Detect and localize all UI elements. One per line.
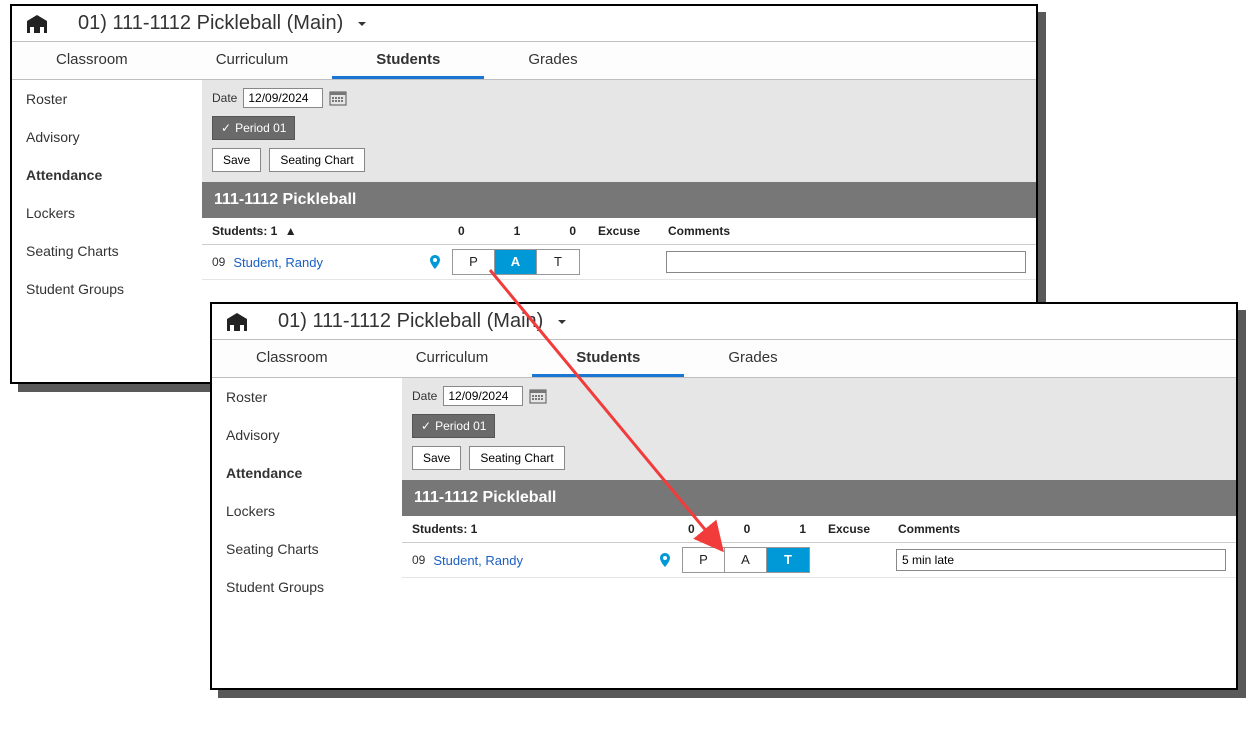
- seating-chart-button[interactable]: Seating Chart: [469, 446, 564, 470]
- sidebar-item-seating-charts[interactable]: Seating Charts: [212, 530, 402, 568]
- tab-classroom[interactable]: Classroom: [212, 339, 372, 377]
- titlebar: 01) 111-1112 Pickleball (Main): [12, 6, 1036, 42]
- count-a: 0: [744, 522, 751, 536]
- save-button[interactable]: Save: [212, 148, 261, 172]
- date-label: Date: [412, 389, 437, 403]
- page-title: 01) 111-1112 Pickleball (Main): [78, 12, 343, 35]
- seat-number: 09: [412, 553, 425, 567]
- sort-asc-icon: ▲: [285, 224, 297, 238]
- count-t: 0: [569, 224, 576, 238]
- table-header: Students: 1 ▲ 0 1 0 Excuse Comments: [202, 218, 1036, 245]
- col-comments: Comments: [898, 522, 1226, 536]
- tab-curriculum[interactable]: Curriculum: [172, 41, 333, 79]
- students-count-label: Students: 1: [412, 522, 477, 536]
- sidebar-item-advisory[interactable]: Advisory: [212, 416, 402, 454]
- attendance-toggle: P A T: [682, 547, 810, 573]
- calendar-icon[interactable]: [329, 90, 347, 106]
- sidebar-item-attendance[interactable]: Attendance: [12, 156, 202, 194]
- check-icon: ✓: [421, 419, 431, 433]
- col-students[interactable]: Students: 1 ▲: [212, 224, 412, 238]
- present-button[interactable]: P: [453, 250, 495, 274]
- tab-grades[interactable]: Grades: [484, 41, 621, 79]
- date-label: Date: [212, 91, 237, 105]
- date-input[interactable]: [443, 386, 523, 406]
- table-row: 09 Student, Randy P A T: [202, 245, 1036, 280]
- sidebar-item-advisory[interactable]: Advisory: [12, 118, 202, 156]
- titlebar: 01) 111-1112 Pickleball (Main): [212, 304, 1236, 340]
- col-comments: Comments: [668, 224, 1026, 238]
- period-label: Period 01: [435, 419, 486, 433]
- check-icon: ✓: [221, 121, 231, 135]
- class-header: 111-1112 Pickleball: [202, 182, 1036, 218]
- date-input[interactable]: [243, 88, 323, 108]
- title-dropdown[interactable]: [357, 19, 367, 29]
- location-icon[interactable]: [428, 255, 442, 269]
- page-title: 01) 111-1112 Pickleball (Main): [278, 310, 543, 333]
- sidebar-item-student-groups[interactable]: Student Groups: [212, 568, 402, 606]
- sidebar-item-roster[interactable]: Roster: [212, 378, 402, 416]
- tab-grades[interactable]: Grades: [684, 339, 821, 377]
- table-header: Students: 1 0 0 1 Excuse Comments: [402, 516, 1236, 543]
- sidebar: Roster Advisory Attendance Lockers Seati…: [212, 378, 402, 606]
- col-excuse: Excuse: [598, 224, 668, 238]
- seat-number: 09: [212, 255, 225, 269]
- col-excuse: Excuse: [828, 522, 898, 536]
- sidebar-item-attendance[interactable]: Attendance: [212, 454, 402, 492]
- seating-chart-button[interactable]: Seating Chart: [269, 148, 364, 172]
- save-button[interactable]: Save: [412, 446, 461, 470]
- absent-button[interactable]: A: [495, 250, 537, 274]
- sidebar-item-lockers[interactable]: Lockers: [12, 194, 202, 232]
- count-p: 0: [458, 224, 465, 238]
- table-row: 09 Student, Randy P A T: [402, 543, 1236, 578]
- count-t: 1: [799, 522, 806, 536]
- class-header: 111-1112 Pickleball: [402, 480, 1236, 516]
- tab-students[interactable]: Students: [532, 339, 684, 377]
- sidebar-item-roster[interactable]: Roster: [12, 80, 202, 118]
- comment-input[interactable]: [666, 251, 1026, 273]
- main-tabs: Classroom Curriculum Students Grades: [212, 340, 1236, 378]
- student-link[interactable]: Student, Randy: [433, 553, 523, 568]
- sidebar-item-seating-charts[interactable]: Seating Charts: [12, 232, 202, 270]
- attendance-toolbar: Date ✓ Period 01 Save Seating Chart: [202, 80, 1036, 182]
- tardy-button[interactable]: T: [767, 548, 809, 572]
- location-icon[interactable]: [658, 553, 672, 567]
- period-button[interactable]: ✓ Period 01: [412, 414, 495, 438]
- student-link[interactable]: Student, Randy: [233, 255, 323, 270]
- col-students[interactable]: Students: 1: [412, 522, 642, 536]
- tardy-button[interactable]: T: [537, 250, 579, 274]
- comment-input[interactable]: [896, 549, 1226, 571]
- title-dropdown[interactable]: [557, 317, 567, 327]
- students-count-label: Students: 1: [212, 224, 277, 238]
- sidebar: Roster Advisory Attendance Lockers Seati…: [12, 80, 202, 308]
- attendance-toolbar: Date ✓ Period 01 Save Seating Chart: [402, 378, 1236, 480]
- calendar-icon[interactable]: [529, 388, 547, 404]
- school-icon: [224, 311, 250, 333]
- main-tabs: Classroom Curriculum Students Grades: [12, 42, 1036, 80]
- sidebar-item-lockers[interactable]: Lockers: [212, 492, 402, 530]
- tab-classroom[interactable]: Classroom: [12, 41, 172, 79]
- tab-students[interactable]: Students: [332, 41, 484, 79]
- count-p: 0: [688, 522, 695, 536]
- school-icon: [24, 13, 50, 35]
- count-a: 1: [514, 224, 521, 238]
- attendance-toggle: P A T: [452, 249, 580, 275]
- present-button[interactable]: P: [683, 548, 725, 572]
- period-label: Period 01: [235, 121, 286, 135]
- attendance-window-after: 01) 111-1112 Pickleball (Main) Classroom…: [210, 302, 1238, 690]
- absent-button[interactable]: A: [725, 548, 767, 572]
- period-button[interactable]: ✓ Period 01: [212, 116, 295, 140]
- sidebar-item-student-groups[interactable]: Student Groups: [12, 270, 202, 308]
- tab-curriculum[interactable]: Curriculum: [372, 339, 533, 377]
